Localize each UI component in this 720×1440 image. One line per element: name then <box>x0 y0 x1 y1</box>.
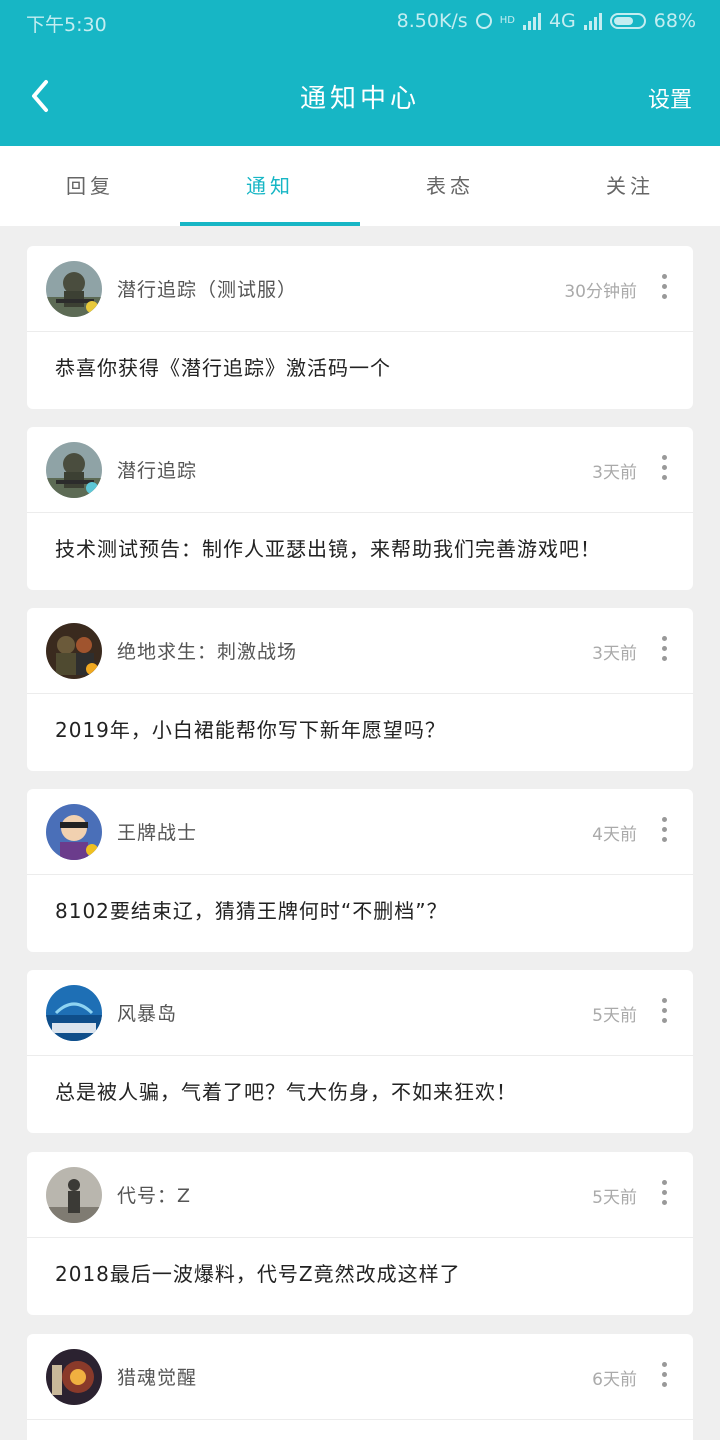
page-title: 通知中心 <box>299 84 420 114</box>
sender-name: 风暴岛 <box>117 1003 178 1025</box>
timestamp: 5天前 <box>592 1006 637 1026</box>
card-header: 王牌战士 4天前 <box>27 789 693 875</box>
notification-card[interactable]: 风暴岛 5天前 总是被人骗，气着了吧？气大伤身，不如来狂欢！ <box>27 970 693 1133</box>
notification-card[interactable]: 王牌战士 4天前 8102要结束辽，猜猜王牌何时“不删档”？ <box>27 789 693 952</box>
codename-z-avatar-icon[interactable] <box>46 1167 102 1223</box>
card-header: 潜行追踪 3天前 <box>27 427 693 513</box>
sender-name: 代号：Z <box>117 1185 192 1207</box>
settings-button[interactable]: 设置 <box>648 82 692 114</box>
card-header: 代号：Z 5天前 <box>27 1152 693 1238</box>
network-speed: 8.50K/s <box>396 10 468 32</box>
tab-notifications[interactable]: 通知 <box>180 146 360 226</box>
sender-name: 潜行追踪 <box>117 460 198 482</box>
notification-card[interactable]: 猎魂觉醒 6天前 <box>27 1334 693 1440</box>
sender-name: 猎魂觉醒 <box>117 1367 198 1389</box>
card-header: 绝地求生：刺激战场 3天前 <box>27 608 693 694</box>
hd-badge: HD <box>499 15 515 26</box>
timestamp: 6天前 <box>592 1370 637 1390</box>
more-options-icon[interactable] <box>657 274 671 306</box>
tab-follows[interactable]: 关注 <box>540 146 720 226</box>
card-header: 潜行追踪（测试服） 30分钟前 <box>27 246 693 332</box>
status-bar: 下午5:30 8.50K/s HD 4G 68% <box>0 0 720 44</box>
status-icons: 8.50K/s HD 4G 68% <box>397 10 696 32</box>
network-type: 4G <box>548 10 576 32</box>
notification-card[interactable]: 代号：Z 5天前 2018最后一波爆料，代号Z竟然改成这样了 <box>27 1152 693 1315</box>
notification-message: 2019年，小白裙能帮你写下新年愿望吗？ <box>55 718 446 742</box>
more-options-icon[interactable] <box>657 1362 671 1394</box>
notification-message: 技术测试预告：制作人亚瑟出镜，来帮助我们完善游戏吧！ <box>55 537 601 561</box>
status-time: 下午5:30 <box>26 14 107 36</box>
sender-name: 王牌战士 <box>117 822 198 844</box>
tab-replies[interactable]: 回复 <box>0 146 180 226</box>
signal-icon <box>522 12 541 30</box>
ace-avatar-icon[interactable] <box>46 804 102 860</box>
notification-message: 8102要结束辽，猜猜王牌何时“不删档”？ <box>55 899 448 923</box>
more-options-icon[interactable] <box>657 455 671 487</box>
app-header: 下午5:30 8.50K/s HD 4G 68% 通知中心 设置 <box>0 0 720 146</box>
notification-card[interactable]: 潜行追踪（测试服） 30分钟前 恭喜你获得《潜行追踪》激活码一个 <box>27 246 693 409</box>
soldier-avatar-icon[interactable] <box>46 442 102 498</box>
alarm-icon <box>475 13 492 29</box>
notification-message: 2018最后一波爆料，代号Z竟然改成这样了 <box>55 1262 461 1286</box>
signal-icon-2 <box>583 12 602 30</box>
more-options-icon[interactable] <box>657 636 671 668</box>
timestamp: 3天前 <box>592 463 637 483</box>
notification-card[interactable]: 潜行追踪 3天前 技术测试预告：制作人亚瑟出镜，来帮助我们完善游戏吧！ <box>27 427 693 590</box>
battery-icon <box>609 13 646 29</box>
notification-message: 总是被人骗，气着了吧？气大伤身，不如来狂欢！ <box>55 1080 517 1104</box>
timestamp: 5天前 <box>592 1188 637 1208</box>
soldier-avatar-icon[interactable] <box>46 261 102 317</box>
active-tab-indicator <box>180 222 360 226</box>
card-header: 风暴岛 5天前 <box>27 970 693 1056</box>
battery-level: 68% <box>653 10 696 32</box>
sender-name: 绝地求生：刺激战场 <box>117 641 298 663</box>
more-options-icon[interactable] <box>657 1180 671 1212</box>
more-options-icon[interactable] <box>657 998 671 1030</box>
hunter-avatar-icon[interactable] <box>46 1349 102 1405</box>
more-options-icon[interactable] <box>657 817 671 849</box>
tab-bar: 回复 通知 表态 关注 <box>0 146 720 226</box>
timestamp: 30分钟前 <box>564 282 637 302</box>
storm-island-avatar-icon[interactable] <box>46 985 102 1041</box>
tab-reactions[interactable]: 表态 <box>360 146 540 226</box>
notification-card[interactable]: 绝地求生：刺激战场 3天前 2019年，小白裙能帮你写下新年愿望吗？ <box>27 608 693 771</box>
sender-name: 潜行追踪（测试服） <box>117 279 298 301</box>
timestamp: 4天前 <box>592 825 637 845</box>
timestamp: 3天前 <box>592 644 637 664</box>
card-header: 猎魂觉醒 6天前 <box>27 1334 693 1420</box>
notification-message: 恭喜你获得《潜行追踪》激活码一个 <box>55 356 391 380</box>
pubg-avatar-icon[interactable] <box>46 623 102 679</box>
